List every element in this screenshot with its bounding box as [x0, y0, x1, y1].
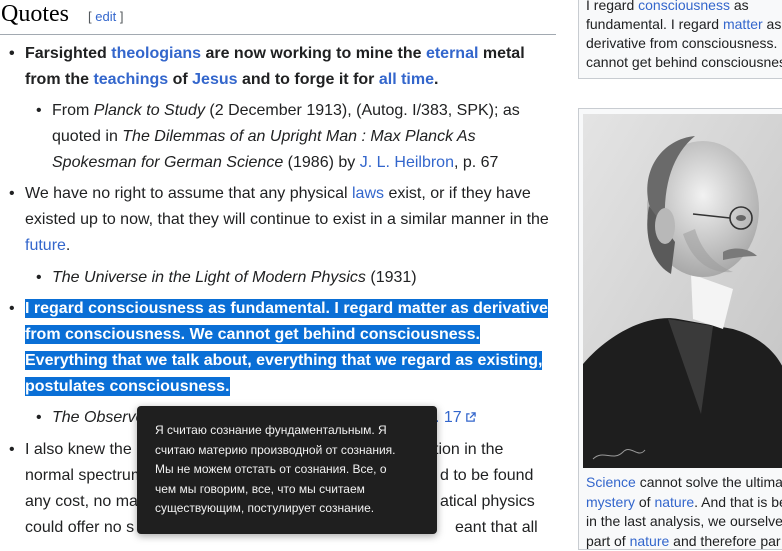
section-title: Quotes	[1, 1, 69, 27]
link-heilbron[interactable]: J. L. Heilbron	[360, 154, 454, 171]
tooltip-line: чем мы говорим, все, что мы считаем	[155, 481, 365, 496]
external-link-icon	[465, 412, 476, 422]
link-teachings[interactable]: teachings	[93, 71, 168, 88]
link-mystery[interactable]: mystery	[586, 494, 635, 510]
source-item: The Universe in the Light of Modern Phys…	[36, 265, 417, 291]
tooltip-line: Я считаю сознание фундаментальным. Я	[155, 423, 387, 437]
page-link[interactable]: . 17	[435, 409, 462, 426]
link-nature[interactable]: nature	[630, 533, 670, 549]
quote-item: Farsighted theologians are now working t…	[9, 41, 525, 93]
portrait-thumbnail: Science cannot solve the ultima mystery …	[578, 108, 782, 550]
link-eternal[interactable]: eternal	[426, 45, 478, 62]
tooltip-line: Мы не можем отстать от сознания. Все, о	[155, 462, 387, 476]
image-caption: Science cannot solve the ultima mystery …	[586, 474, 782, 549]
tooltip-line: считаю материю производной от сознания.	[155, 442, 396, 457]
selected-text[interactable]: I regard consciousness as fundamental. I…	[25, 299, 548, 318]
link-nature[interactable]: nature	[654, 494, 694, 510]
link-future[interactable]: future	[25, 237, 66, 254]
source-item: From Planck to Study (2 December 1913), …	[36, 98, 520, 176]
link-theologians[interactable]: theologians	[111, 45, 201, 62]
tooltip-line: существующим, постулирует сознание.	[155, 501, 375, 515]
edit-link[interactable]: edit	[95, 9, 116, 24]
link-consciousness[interactable]: consciousness	[638, 0, 730, 13]
link-laws[interactable]: laws	[352, 185, 384, 202]
section-heading: Quotes [ edit ]	[0, 0, 556, 35]
quote-item: We have no right to assume that any phys…	[9, 181, 549, 259]
selected-text[interactable]: postulates consciousness.	[25, 377, 230, 396]
link-matter[interactable]: matter	[723, 16, 763, 32]
link-all-time[interactable]: all time	[379, 71, 434, 88]
selected-text[interactable]: from consciousness. We cannot get behind…	[25, 325, 480, 344]
translation-tooltip: Я считаю сознание фундаментальным. Я счи…	[137, 406, 437, 534]
selected-quote-item[interactable]: I regard consciousness as fundamental. I…	[9, 296, 548, 400]
link-jesus[interactable]: Jesus	[192, 71, 237, 88]
edit-section: [ edit ]	[88, 9, 124, 24]
link-science[interactable]: Science	[586, 474, 636, 490]
quote-sidebox: I regard consciousness as fundamental. I…	[578, 0, 782, 79]
selected-text[interactable]: Everything that we talk about, everythin…	[25, 351, 543, 370]
portrait-image[interactable]	[583, 114, 782, 468]
